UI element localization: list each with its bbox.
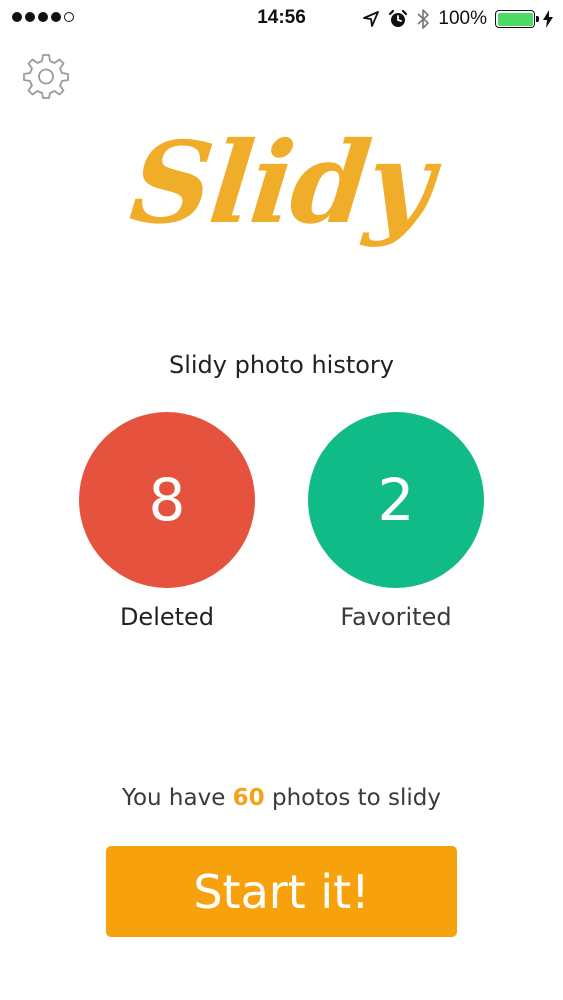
remaining-count: 60 <box>232 785 265 811</box>
remaining-prefix: You have <box>121 785 226 811</box>
battery-percentage: 100% <box>438 8 487 29</box>
app-logo: Slidy <box>124 118 439 249</box>
deleted-stat: 8 Deleted <box>79 412 255 631</box>
favorited-count-circle[interactable]: 2 <box>308 412 484 588</box>
favorited-label: Favorited <box>340 603 452 631</box>
deleted-label: Deleted <box>119 603 215 631</box>
remaining-suffix: photos to slidy <box>272 785 442 811</box>
favorited-stat: 2 Favorited <box>308 412 484 631</box>
alarm-icon <box>389 9 408 27</box>
start-button[interactable]: Start it! <box>106 846 457 937</box>
status-bar: 14:56 100% <box>0 0 563 40</box>
charging-bolt-icon <box>543 10 553 28</box>
location-icon <box>363 11 380 27</box>
bluetooth-icon <box>417 9 430 29</box>
history-title: Slidy photo history <box>168 351 395 379</box>
status-right-group: 100% <box>362 6 553 32</box>
deleted-count-circle[interactable]: 8 <box>79 412 255 588</box>
battery-icon <box>495 10 539 28</box>
gear-icon[interactable] <box>22 52 70 100</box>
remaining-photos-text: You have 60 photos to slidy <box>0 785 563 811</box>
